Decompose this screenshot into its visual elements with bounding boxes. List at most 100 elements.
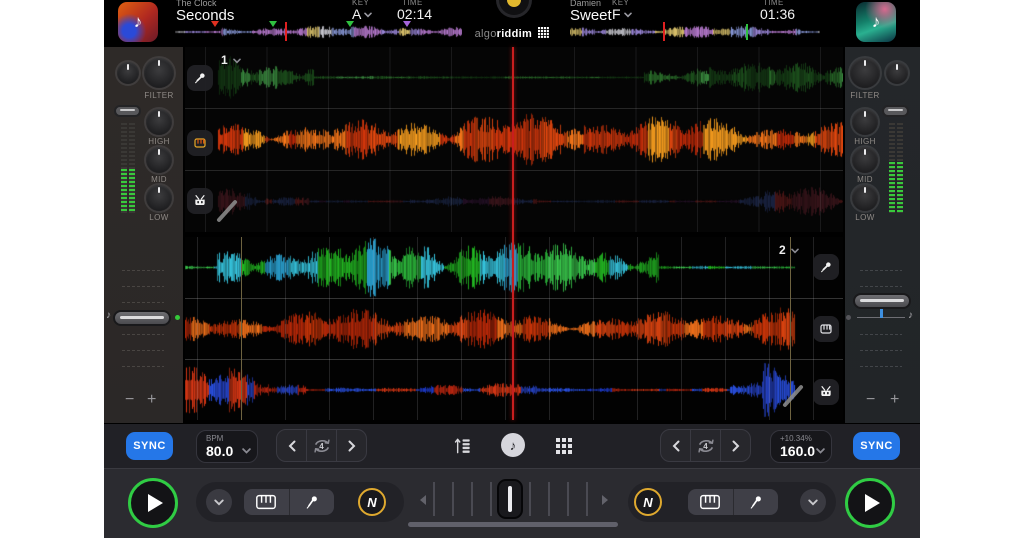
deck2-vocals-row <box>185 237 843 298</box>
deck2-mic-button[interactable] <box>733 489 779 515</box>
deck2-overview-waveform[interactable] <box>570 21 820 41</box>
deck2-keyboard-button[interactable] <box>688 489 733 515</box>
deck2-album-art[interactable]: ♪ <box>856 2 896 42</box>
home-indicator[interactable] <box>408 522 618 527</box>
deck1-keyboard-button[interactable] <box>244 489 289 515</box>
deck2-level-meter <box>889 162 895 213</box>
mixer-view-button[interactable] <box>454 437 472 455</box>
deck2-play-button[interactable] <box>845 478 895 528</box>
deck2-loop-button[interactable]: 4 <box>690 430 720 461</box>
deck1-loop-double-button[interactable] <box>336 430 366 461</box>
chevron-down-icon <box>214 499 224 506</box>
deck1-vocals-stem-button[interactable] <box>187 65 213 91</box>
deck2-pitch-minus-button[interactable]: − <box>866 392 875 408</box>
deck2-pitch-plus-button[interactable]: + <box>890 392 899 408</box>
deck2-gain-knob[interactable] <box>886 62 908 84</box>
deck1-pitch-fader[interactable] <box>113 310 171 326</box>
deck1-expand-button[interactable] <box>206 489 232 515</box>
deck2-vocals-stem-button[interactable] <box>813 254 839 280</box>
pitch-tick <box>122 366 164 367</box>
deck1-bpm-label: BPM <box>206 434 223 443</box>
keyboard-icon <box>255 494 277 510</box>
deck2-waveform[interactable] <box>185 237 843 420</box>
chevron-down-icon <box>242 448 251 454</box>
deck1-play-button[interactable] <box>128 478 178 528</box>
chevron-down-icon <box>624 12 632 18</box>
low-label: LOW <box>845 213 885 222</box>
deck1-tool-toggle <box>244 489 334 515</box>
deck1-bpm-value: 80.0 <box>206 443 233 459</box>
deck2-sync-dot <box>846 315 851 320</box>
deck1-neural-mix-button[interactable]: N <box>358 488 386 516</box>
deck2-volume-fader[interactable] <box>882 105 909 117</box>
deck2-number-label: 2 <box>779 243 786 257</box>
pitch-note-icon: ♪ <box>106 310 111 321</box>
deck1-number-label: 1 <box>221 53 228 67</box>
deck1-high-eq-knob[interactable] <box>146 109 172 135</box>
crossfader-handle[interactable] <box>497 479 523 519</box>
grid-view-button[interactable] <box>556 438 572 454</box>
deck1-sync-button[interactable]: SYNC <box>126 432 173 460</box>
algoriddim-grid-icon <box>538 27 549 38</box>
music-note-icon: ♪ <box>510 438 517 453</box>
chevron-left-icon <box>672 440 680 452</box>
filter-label: FILTER <box>139 91 179 100</box>
deck2-loop-halve-button[interactable] <box>661 430 690 461</box>
deck2-cue-marker <box>746 24 748 40</box>
crossfader-right-arrow-icon <box>602 495 608 505</box>
deck2-harmonic-stem-button[interactable] <box>813 316 839 342</box>
track-end-line <box>790 237 791 420</box>
deck2-low-eq-knob[interactable] <box>852 185 878 211</box>
deck2-bpm-box[interactable]: +10.34% 160.0 <box>770 430 832 463</box>
chevron-right-icon <box>348 440 356 452</box>
faders-icon <box>454 438 472 454</box>
deck1-harmonic-stem-button[interactable] <box>187 130 213 156</box>
deck1-low-eq-knob[interactable] <box>146 185 172 211</box>
deck1-mic-button[interactable] <box>289 489 335 515</box>
chevron-right-icon <box>732 440 740 452</box>
bar-line <box>241 237 242 420</box>
deck2-high-eq-knob[interactable] <box>852 109 878 135</box>
deck1-mid-eq-knob[interactable] <box>146 147 172 173</box>
pitch-note-icon: ♪ <box>908 310 913 321</box>
play-icon <box>865 494 880 512</box>
deck1-pitch-plus-button[interactable]: + <box>147 392 156 408</box>
channel-strip-left: FILTER HIGH MID LOW ♪ − + <box>104 47 183 423</box>
deck1-drums-stem-button[interactable] <box>187 188 213 214</box>
deck2-sync-button[interactable]: SYNC <box>853 432 900 460</box>
deck1-loop-halve-button[interactable] <box>277 430 306 461</box>
deck1-loop-length: 4 <box>319 442 323 451</box>
keyboard-icon <box>699 494 721 510</box>
automix-dot-icon <box>507 0 521 7</box>
deck2-loop-double-button[interactable] <box>720 430 750 461</box>
transport-bar: N N <box>104 468 920 538</box>
chevron-down-icon <box>816 448 825 454</box>
channel-strip-right: FILTER HIGH MID LOW ♪ − + <box>845 47 920 423</box>
mid-label: MID <box>139 175 179 184</box>
microphone-icon <box>818 259 834 275</box>
deck2-expand-button[interactable] <box>800 489 826 515</box>
deck1-gain-knob[interactable] <box>117 62 139 84</box>
deck2-neural-mix-button[interactable]: N <box>634 488 662 516</box>
chevron-down-icon[interactable] <box>233 58 241 64</box>
library-button[interactable]: ♪ <box>501 433 525 457</box>
deck2-mid-eq-knob[interactable] <box>852 147 878 173</box>
crossfader-tick <box>452 482 454 516</box>
deck2-level-meter <box>897 162 903 213</box>
logo-text-bold: riddim <box>497 28 532 40</box>
deck1-waveform[interactable] <box>185 47 843 232</box>
deck1-loop-button[interactable]: 4 <box>306 430 336 461</box>
deck1-bpm-box[interactable]: BPM 80.0 <box>196 430 258 463</box>
deck2-pitch-fader[interactable] <box>853 293 911 309</box>
high-label: HIGH <box>139 137 179 146</box>
deck2-bpm-label: +10.34% <box>780 434 812 443</box>
deck1-volume-fader[interactable] <box>114 105 141 117</box>
deck1-sync-dot <box>175 315 180 320</box>
deck1-pitch-minus-button[interactable]: − <box>125 392 134 408</box>
deck1-filter-knob[interactable] <box>144 58 174 88</box>
low-label: LOW <box>139 213 179 222</box>
chevron-down-icon[interactable] <box>791 248 799 254</box>
deck2-drums-stem-button[interactable] <box>813 379 839 405</box>
deck2-filter-knob[interactable] <box>850 58 880 88</box>
automix-button[interactable] <box>499 0 529 15</box>
